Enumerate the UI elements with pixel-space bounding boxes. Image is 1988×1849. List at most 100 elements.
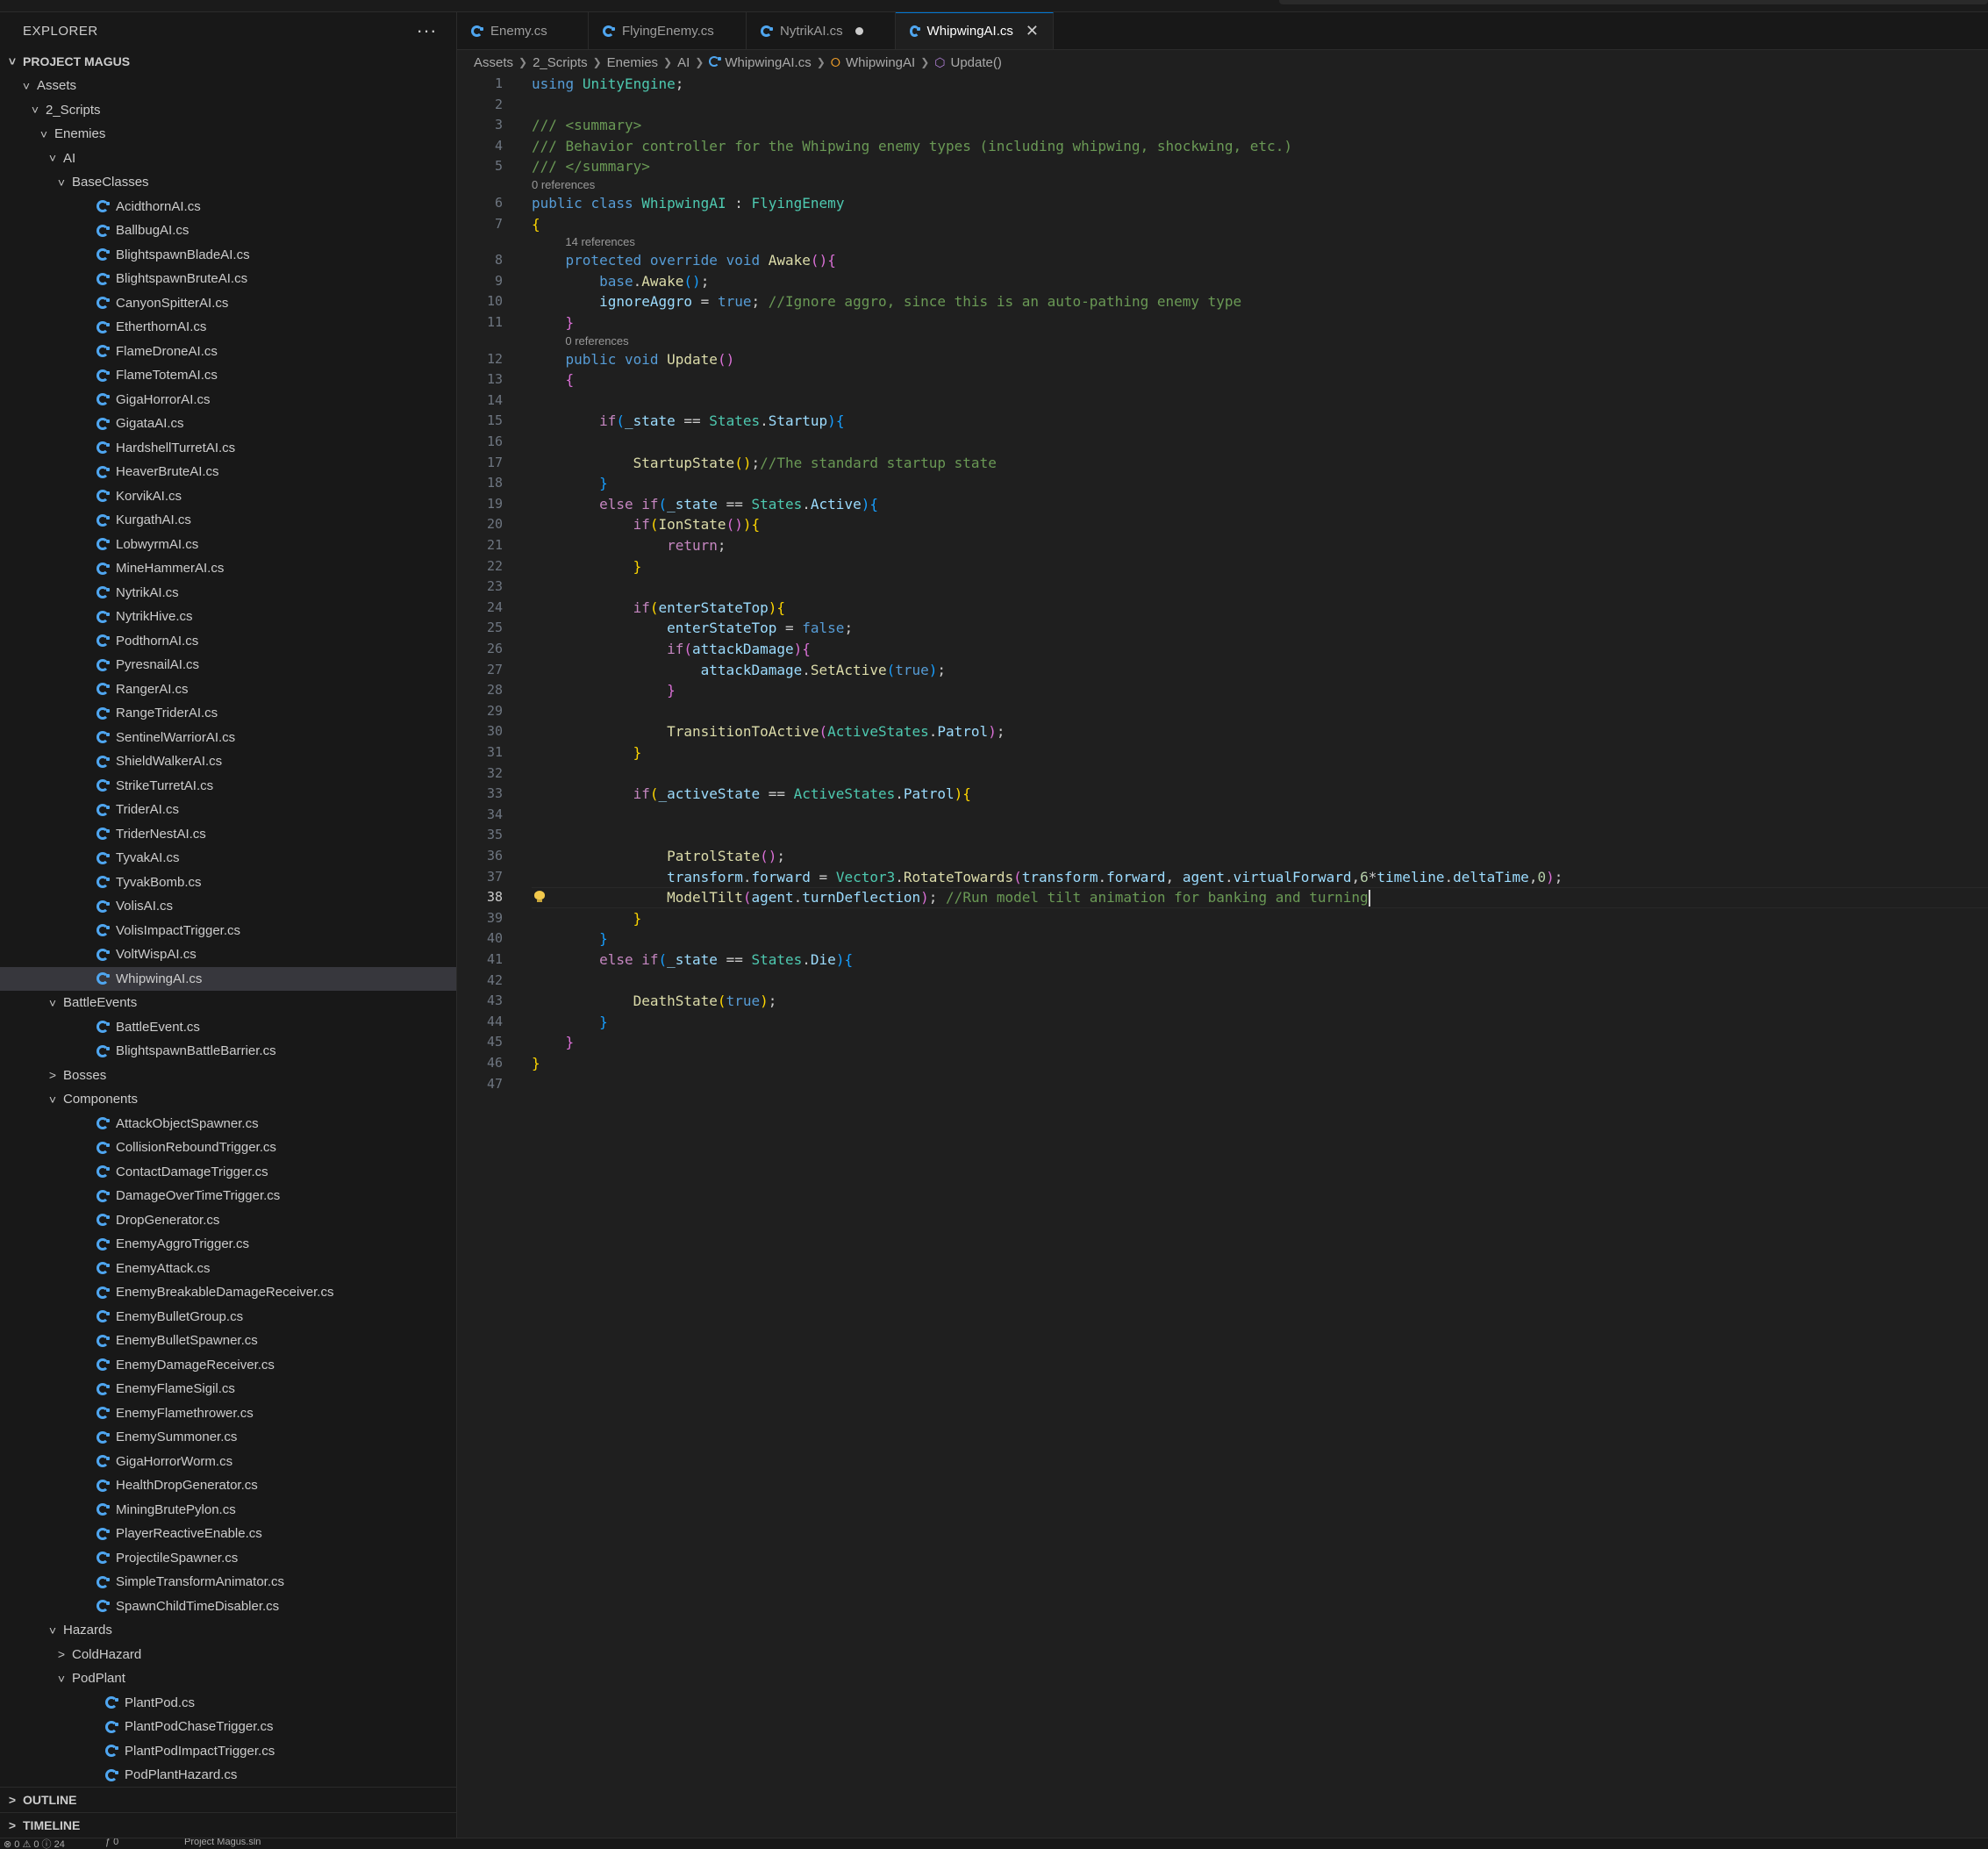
- breadcrumb-item[interactable]: ⭘ WhipwingAI: [831, 55, 915, 70]
- project-indicator[interactable]: Project Magus.sln: [184, 1838, 261, 1847]
- tree-file[interactable]: EnemySummoner.cs: [0, 1425, 456, 1450]
- tree-folder[interactable]: BaseClasses: [0, 170, 456, 195]
- tab-flyingenemy-cs[interactable]: FlyingEnemy.cs: [589, 12, 747, 49]
- tree-file[interactable]: HeaverBruteAI.cs: [0, 460, 456, 484]
- code-line[interactable]: 7{: [457, 214, 1988, 234]
- tree-folder[interactable]: PodPlant: [0, 1666, 456, 1691]
- tree-file[interactable]: CollisionReboundTrigger.cs: [0, 1136, 456, 1160]
- tree-file[interactable]: SentinelWarriorAI.cs: [0, 726, 456, 750]
- code-line[interactable]: 43 DeathState(true);: [457, 991, 1988, 1011]
- code-line[interactable]: 42: [457, 971, 1988, 991]
- breadcrumb-item[interactable]: 2_Scripts: [533, 55, 588, 70]
- more-actions-icon[interactable]: ···: [417, 21, 437, 40]
- code-line[interactable]: 10 ignoreAggro = true; //Ignore aggro, s…: [457, 291, 1988, 312]
- tree-file[interactable]: EnemyBreakableDamageReceiver.cs: [0, 1280, 456, 1305]
- outline-section-header[interactable]: OUTLINE: [0, 1787, 456, 1812]
- code-line[interactable]: 9 base.Awake();: [457, 271, 1988, 291]
- code-line[interactable]: 4 /// Behavior controller for the Whipwin…: [457, 136, 1988, 156]
- tree-file[interactable]: MiningBrutePylon.cs: [0, 1498, 456, 1523]
- tree-file[interactable]: TyvakBomb.cs: [0, 871, 456, 895]
- tree-file[interactable]: VolisImpactTrigger.cs: [0, 919, 456, 943]
- ports-indicator[interactable]: ƒ 0: [105, 1838, 118, 1847]
- tree-file[interactable]: GigaHorrorWorm.cs: [0, 1450, 456, 1474]
- code-line[interactable]: 24 if(enterStateTop){: [457, 598, 1988, 618]
- code-line[interactable]: 5 /// </summary>: [457, 156, 1988, 176]
- code-line[interactable]: 36 PatrolState();: [457, 846, 1988, 866]
- codelens-references[interactable]: 14 references: [565, 234, 635, 250]
- tree-file[interactable]: BlightspawnBattleBarrier.cs: [0, 1039, 456, 1064]
- code-line[interactable]: 33 if(_activeState == ActiveStates.Patro…: [457, 784, 1988, 804]
- code-line[interactable]: 3 /// <summary>: [457, 115, 1988, 135]
- tree-file[interactable]: EnemyBulletSpawner.cs: [0, 1329, 456, 1353]
- project-section-header[interactable]: PROJECT MAGUS: [0, 49, 456, 74]
- tree-file[interactable]: EnemyFlameSigil.cs: [0, 1377, 456, 1401]
- tree-file[interactable]: MineHammerAI.cs: [0, 556, 456, 581]
- tree-folder[interactable]: AI: [0, 147, 456, 171]
- tree-file[interactable]: LobwyrmAI.cs: [0, 533, 456, 557]
- codelens-references[interactable]: 0 references: [565, 333, 628, 349]
- close-icon[interactable]: ✕: [1026, 22, 1039, 40]
- problems-indicator[interactable]: ⊗ 0 ⚠ 0 ⓘ 24: [4, 1838, 65, 1849]
- tree-file[interactable]: TriderAI.cs: [0, 798, 456, 822]
- code-line[interactable]: 30 TransitionToActive(ActiveStates.Patro…: [457, 721, 1988, 742]
- code-line[interactable]: 38 ModelTilt(agent.turnDeflection); //Ru…: [457, 887, 1988, 907]
- tree-file[interactable]: SimpleTransformAnimator.cs: [0, 1570, 456, 1595]
- code-line[interactable]: 32: [457, 763, 1988, 784]
- tree-file[interactable]: PlantPodImpactTrigger.cs: [0, 1739, 456, 1764]
- tab-enemy-cs[interactable]: Enemy.cs: [457, 12, 589, 49]
- code-line[interactable]: 1 using UnityEngine;: [457, 74, 1988, 94]
- code-line[interactable]: 21 return;: [457, 535, 1988, 555]
- code-line[interactable]: 13 {: [457, 369, 1988, 390]
- code-line[interactable]: 47: [457, 1074, 1988, 1094]
- code-line[interactable]: 25 enterStateTop = false;: [457, 618, 1988, 638]
- tree-folder[interactable]: ColdHazard: [0, 1643, 456, 1667]
- code-line[interactable]: 34: [457, 805, 1988, 825]
- tree-file[interactable]: PlayerReactiveEnable.cs: [0, 1522, 456, 1546]
- tree-file[interactable]: EtherthornAI.cs: [0, 315, 456, 340]
- tree-file[interactable]: KorvikAI.cs: [0, 484, 456, 509]
- tree-file[interactable]: ContactDamageTrigger.cs: [0, 1160, 456, 1185]
- code-line[interactable]: 44 }: [457, 1012, 1988, 1032]
- breadcrumb-item[interactable]: AI: [677, 55, 690, 70]
- command-center[interactable]: [1279, 0, 1988, 4]
- tree-file[interactable]: StrikeTurretAI.cs: [0, 774, 456, 799]
- tree-folder[interactable]: 2_Scripts: [0, 98, 456, 123]
- code-line[interactable]: 2: [457, 95, 1988, 115]
- code-line[interactable]: 23: [457, 577, 1988, 597]
- code-line[interactable]: 12 public void Update(): [457, 349, 1988, 369]
- tree-file[interactable]: DamageOverTimeTrigger.cs: [0, 1184, 456, 1208]
- code-line[interactable]: 41 else if(_state == States.Die){: [457, 950, 1988, 970]
- code-line[interactable]: 28 }: [457, 680, 1988, 700]
- tree-folder[interactable]: Hazards: [0, 1618, 456, 1643]
- tree-folder[interactable]: Enemies: [0, 122, 456, 147]
- tree-file[interactable]: BlightspawnBladeAI.cs: [0, 243, 456, 268]
- tree-file[interactable]: SpawnChildTimeDisabler.cs: [0, 1595, 456, 1619]
- tree-file[interactable]: ShieldWalkerAI.cs: [0, 749, 456, 774]
- lightbulb-icon[interactable]: [534, 891, 545, 903]
- tree-folder[interactable]: BattleEvents: [0, 991, 456, 1015]
- code-editor[interactable]: 1 using UnityEngine; 2 3/// <summary> 4/// B…: [457, 74, 1988, 1838]
- tree-folder[interactable]: Components: [0, 1087, 456, 1112]
- tree-file[interactable]: RangerAI.cs: [0, 677, 456, 702]
- tree-file[interactable]: NytrikAI.cs: [0, 581, 456, 606]
- code-line[interactable]: 39 }: [457, 908, 1988, 928]
- code-line[interactable]: 14: [457, 391, 1988, 411]
- code-line[interactable]: 45 }: [457, 1032, 1988, 1052]
- breadcrumb-item[interactable]: WhipwingAI.cs: [709, 55, 812, 70]
- code-line[interactable]: 18 }: [457, 473, 1988, 493]
- code-line[interactable]: 40 }: [457, 928, 1988, 949]
- tree-file[interactable]: BattleEvent.cs: [0, 1015, 456, 1040]
- breadcrumb-item[interactable]: ⬡ Update(): [934, 55, 1002, 70]
- tree-file[interactable]: HardshellTurretAI.cs: [0, 436, 456, 461]
- tree-file[interactable]: PyresnailAI.cs: [0, 653, 456, 677]
- code-line[interactable]: 11 }: [457, 312, 1988, 333]
- tree-folder[interactable]: Assets: [0, 74, 456, 98]
- tree-file[interactable]: EnemyAggroTrigger.cs: [0, 1232, 456, 1257]
- tree-file[interactable]: ProjectileSpawner.cs: [0, 1546, 456, 1571]
- tree-file[interactable]: KurgathAI.cs: [0, 508, 456, 533]
- tree-file[interactable]: CanyonSpitterAI.cs: [0, 291, 456, 316]
- tree-file[interactable]: PodthornAI.cs: [0, 629, 456, 654]
- tree-file[interactable]: WhipwingAI.cs: [0, 966, 456, 991]
- tree-file[interactable]: TyvakAI.cs: [0, 846, 456, 871]
- breadcrumb-item[interactable]: Assets: [474, 55, 513, 70]
